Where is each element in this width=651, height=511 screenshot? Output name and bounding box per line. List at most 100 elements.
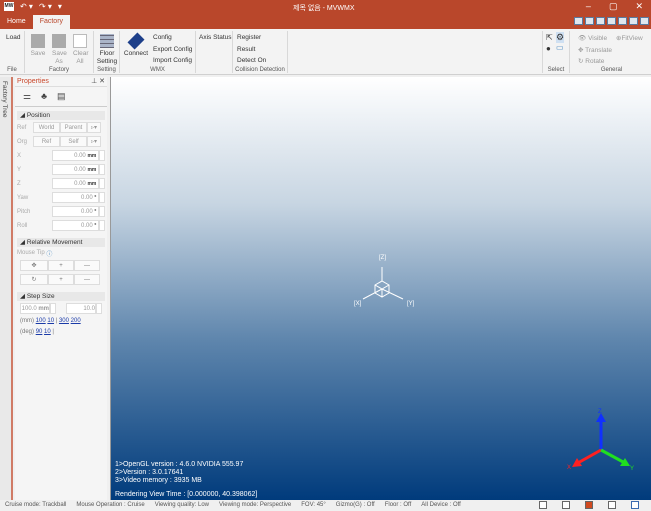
undo-icon[interactable]: ↶ ▾ <box>20 2 33 11</box>
axis-label-x: [X] <box>354 301 362 307</box>
tab-factory[interactable]: Factory <box>32 15 71 29</box>
render-time: Rendering View Time : [0.000000, 40.3980… <box>115 491 258 498</box>
org-ref-button[interactable]: Ref <box>33 136 60 147</box>
import-config-button[interactable]: Import Config <box>153 57 192 64</box>
gear-icon[interactable]: ⚙ <box>556 32 565 43</box>
layout-icon[interactable] <box>629 17 638 25</box>
step-link[interactable]: 200 <box>71 318 81 324</box>
save-as-button[interactable]: Save As <box>50 34 68 66</box>
field-y: Y 0.00 mm <box>17 163 105 176</box>
value-input[interactable]: 0.00 ° <box>51 220 100 231</box>
translate-button[interactable]: ✥ Translate <box>578 46 612 54</box>
redo-icon[interactable]: ↷ ▾ <box>39 2 52 11</box>
status-item: Mouse Operation : Cruise <box>76 502 145 508</box>
value-input[interactable]: 0.00 ° <box>51 192 100 203</box>
spinner[interactable] <box>99 164 105 175</box>
document-icon <box>73 34 87 48</box>
status-item: All Device : Off <box>421 502 461 508</box>
load-button[interactable]: Load <box>6 34 20 41</box>
step-size-header[interactable]: ◢ Step Size <box>17 292 105 301</box>
position-section-header[interactable]: ◢ Position <box>17 111 105 120</box>
layout-icon[interactable] <box>640 17 649 25</box>
status-item: Viewing mode: Perspective <box>219 502 292 508</box>
spinner[interactable] <box>99 192 105 203</box>
sliders-icon[interactable]: ⚌ <box>23 91 31 102</box>
group-label: General <box>600 67 623 73</box>
plug-icon <box>127 32 145 50</box>
layout-icon[interactable] <box>585 17 594 25</box>
view-front-icon[interactable] <box>562 501 570 509</box>
step-deg-input[interactable]: 10.0 <box>66 303 96 314</box>
minus-button[interactable]: — <box>74 260 100 271</box>
rotate-button[interactable]: ↻ Rotate <box>578 57 604 65</box>
view-top-icon[interactable] <box>585 501 593 509</box>
register-button[interactable]: Register <box>237 34 261 41</box>
relative-movement-header[interactable]: ◢ Relative Movement <box>17 238 105 247</box>
floor-setting-button[interactable]: Floor Setting <box>96 34 118 66</box>
plus-button[interactable]: + <box>48 260 74 271</box>
status-item: FOV: 45° <box>301 502 326 508</box>
spinner[interactable] <box>99 206 105 217</box>
close-icon[interactable]: ✕ <box>635 1 643 12</box>
paint-icon[interactable]: ♣ <box>41 91 47 102</box>
spinner[interactable] <box>96 303 102 314</box>
spinner[interactable] <box>99 150 105 161</box>
status-item: Viewing quality: Low <box>154 502 209 508</box>
save-button[interactable]: Save <box>29 34 47 58</box>
move-icon[interactable]: ✥ <box>20 260 48 271</box>
step-link[interactable]: 300 <box>59 318 69 324</box>
eye-icon[interactable]: ● <box>546 44 551 53</box>
connect-button[interactable]: Connect <box>123 32 149 58</box>
layout-icon[interactable] <box>607 17 616 25</box>
fit-icon[interactable] <box>631 501 639 509</box>
pointer-icon[interactable]: ⇱ <box>546 33 553 42</box>
view-side-icon[interactable] <box>608 501 616 509</box>
step-link[interactable]: 10 <box>44 329 51 335</box>
step-link[interactable]: 90 <box>36 329 43 335</box>
status-item: Cruise mode: Trackball <box>5 502 67 508</box>
result-button[interactable]: Result <box>237 46 255 53</box>
view-iso-icon[interactable] <box>539 501 547 509</box>
group-label: WMX <box>150 67 165 73</box>
plus-button[interactable]: + <box>48 274 74 285</box>
pin-close-icons[interactable]: ⊥ ✕ <box>91 77 105 87</box>
minimize-icon[interactable]: – <box>586 1 591 12</box>
value-input[interactable]: 0.00 ° <box>51 206 100 217</box>
spinner[interactable] <box>99 220 105 231</box>
field-roll: Roll 0.00 ° <box>17 219 105 232</box>
pick-dropdown[interactable]: ▹▾ <box>87 122 101 133</box>
value-input[interactable]: 0.00 mm <box>51 178 100 189</box>
step-link[interactable]: 100 <box>36 318 46 324</box>
config-button[interactable]: Config <box>153 34 172 41</box>
value-input[interactable]: 0.00 mm <box>51 150 100 161</box>
clear-all-button[interactable]: Clear All <box>71 34 89 66</box>
fitview-button[interactable]: ⊕FitView <box>616 34 643 42</box>
spinner[interactable] <box>99 178 105 189</box>
field-z: Z 0.00 mm <box>17 177 105 190</box>
visible-button[interactable]: 👁 Visible <box>578 34 607 42</box>
factory-tree-tab[interactable]: Factory Tree <box>0 77 13 500</box>
rotate-icon[interactable]: ↻ <box>20 274 48 285</box>
ref-parent-button[interactable]: Parent <box>60 122 87 133</box>
org-self-button[interactable]: Self <box>60 136 87 147</box>
layout-icon[interactable] <box>574 17 583 25</box>
tab-home[interactable]: Home <box>0 15 33 29</box>
axis-status-button[interactable]: Axis Status <box>199 34 232 41</box>
spinner[interactable] <box>50 303 56 314</box>
step-link[interactable]: 10 <box>47 318 54 324</box>
value-input[interactable]: 0.00 mm <box>51 164 100 175</box>
pick-dropdown[interactable]: ▹▾ <box>87 136 101 147</box>
ref-world-button[interactable]: World <box>33 122 60 133</box>
customize-icon[interactable]: ▾ <box>58 2 62 11</box>
info-icon[interactable]: ⓘ <box>46 249 52 258</box>
detect-on-button[interactable]: Detect On <box>237 57 266 64</box>
step-mm-input[interactable]: 100.0 mm <box>20 303 50 314</box>
maximize-icon[interactable]: ▢ <box>609 1 618 12</box>
export-config-button[interactable]: Export Config <box>153 46 192 53</box>
3d-viewport[interactable]: [Z] [X] [Y] Z X Y 1>OpenGL version : 4.6… <box>110 77 651 500</box>
minus-button[interactable]: — <box>74 274 100 285</box>
layout-icon[interactable] <box>618 17 627 25</box>
clipboard-icon[interactable]: ▤ <box>57 91 66 102</box>
layout-icon[interactable] <box>596 17 605 25</box>
comment-icon[interactable]: ▭ <box>556 43 564 52</box>
